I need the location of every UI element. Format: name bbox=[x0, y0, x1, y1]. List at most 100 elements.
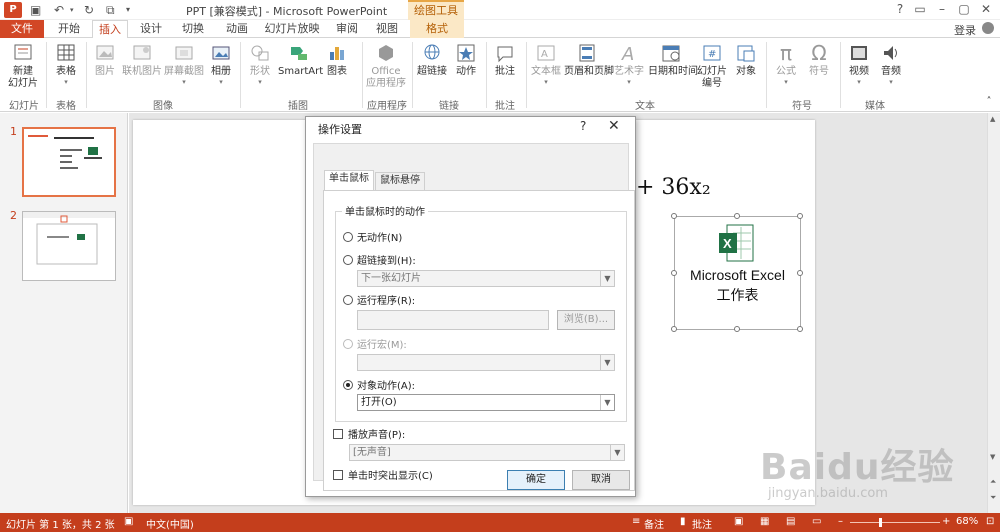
customize-qat-icon[interactable]: ▾ bbox=[126, 2, 136, 18]
table-button[interactable]: 表格 ▾ bbox=[50, 42, 82, 86]
user-icon[interactable] bbox=[982, 22, 994, 34]
screenshot-button[interactable]: 屏幕截图 ▾ bbox=[164, 42, 204, 86]
excel-object[interactable]: X Microsoft Excel 工作表 bbox=[671, 213, 803, 332]
zoom-slider[interactable] bbox=[850, 522, 940, 523]
resize-handle[interactable] bbox=[734, 213, 740, 219]
cancel-button[interactable]: 取消 bbox=[572, 470, 630, 490]
online-picture-button[interactable]: 联机图片 bbox=[122, 42, 162, 78]
save-icon[interactable]: ▣ bbox=[30, 2, 46, 18]
slide-number-button[interactable]: # 幻灯片 编号 bbox=[696, 42, 728, 90]
picture-button[interactable]: 图片 bbox=[90, 42, 120, 78]
radio-no-action[interactable]: 无动作(N) bbox=[343, 229, 402, 244]
radio-object-action[interactable]: 对象动作(A): bbox=[343, 377, 415, 392]
slide-thumbnail-2[interactable] bbox=[22, 211, 116, 281]
tab-transitions[interactable]: 切换 bbox=[176, 20, 210, 38]
notes-icon[interactable]: ≡ bbox=[632, 516, 640, 527]
resize-handle[interactable] bbox=[797, 326, 803, 332]
tab-format[interactable]: 格式 bbox=[410, 20, 464, 38]
language-status[interactable]: 中文(中国) bbox=[146, 516, 194, 531]
header-footer-button[interactable]: 页眉和页脚 bbox=[564, 42, 614, 78]
zoom-in-icon[interactable]: + bbox=[942, 516, 950, 527]
object-button[interactable]: 对象 bbox=[732, 42, 760, 78]
radio-button[interactable] bbox=[343, 231, 353, 242]
comments-button[interactable]: 批注 bbox=[692, 516, 712, 531]
tab-review[interactable]: 审阅 bbox=[332, 20, 362, 38]
highlight-click-checkbox[interactable]: 单击时突出显示(C) bbox=[333, 467, 433, 482]
vertical-scrollbar[interactable]: ▲ ▼ ⏶ ⏷ bbox=[987, 113, 1000, 513]
new-slide-button[interactable]: 新建 幻灯片 bbox=[4, 42, 42, 90]
zoom-slider-thumb[interactable] bbox=[879, 518, 882, 527]
ok-button[interactable]: 确定 bbox=[507, 470, 565, 490]
slideshow-view-icon[interactable]: ▭ bbox=[812, 516, 821, 527]
help-icon[interactable]: ? bbox=[890, 2, 910, 16]
scroll-up-icon[interactable]: ▲ bbox=[990, 115, 995, 123]
smartart-button[interactable]: SmartArt bbox=[278, 42, 323, 78]
zoom-out-icon[interactable]: – bbox=[838, 516, 843, 527]
notes-button[interactable]: 备注 bbox=[644, 516, 664, 531]
radio-run-program[interactable]: 运行程序(R): bbox=[343, 292, 415, 307]
slide-sorter-icon[interactable]: ▦ bbox=[760, 516, 769, 527]
play-sound-checkbox[interactable]: 播放声音(P): bbox=[333, 426, 405, 441]
previous-slide-icon[interactable]: ⏶ bbox=[990, 477, 996, 487]
undo-icon[interactable]: ↶ bbox=[54, 2, 70, 18]
maximize-icon[interactable]: ▢ bbox=[954, 2, 974, 16]
tab-mouse-click[interactable]: 单击鼠标 bbox=[324, 170, 374, 191]
checkbox[interactable] bbox=[333, 428, 343, 439]
slide-thumbnail-1[interactable] bbox=[22, 127, 116, 197]
next-slide-icon[interactable]: ⏷ bbox=[990, 493, 996, 503]
tab-view[interactable]: 视图 bbox=[372, 20, 402, 38]
chart-button[interactable]: 图表 bbox=[322, 42, 352, 78]
dialog-close-icon[interactable]: ✕ bbox=[608, 118, 620, 134]
tab-home[interactable]: 开始 bbox=[52, 20, 86, 38]
tab-insert[interactable]: 插入 bbox=[92, 20, 128, 39]
chevron-down-icon[interactable]: ▼ bbox=[600, 395, 614, 410]
scroll-down-icon[interactable]: ▼ bbox=[990, 453, 995, 461]
resize-handle[interactable] bbox=[671, 326, 677, 332]
resize-handle[interactable] bbox=[797, 213, 803, 219]
tab-animations[interactable]: 动画 bbox=[220, 20, 254, 38]
collapse-ribbon-icon[interactable]: ˄ bbox=[982, 96, 996, 107]
radio-button[interactable] bbox=[343, 294, 353, 305]
audio-button[interactable]: 音频 ▾ bbox=[876, 42, 906, 86]
resize-handle[interactable] bbox=[734, 326, 740, 332]
video-button[interactable]: 视频 ▾ bbox=[844, 42, 874, 86]
shapes-button[interactable]: 形状 ▾ bbox=[244, 42, 276, 86]
login-link[interactable]: 登录 bbox=[954, 22, 976, 38]
ribbon-display-options-icon[interactable]: ▭ bbox=[910, 2, 930, 16]
equation-button[interactable]: π 公式 ▾ bbox=[770, 42, 802, 86]
redo-icon[interactable]: ↻ bbox=[84, 2, 100, 18]
textbox-button[interactable]: A 文本框 ▾ bbox=[530, 42, 562, 86]
comments-icon[interactable]: ▮ bbox=[680, 516, 686, 527]
office-apps-button[interactable]: Office 应用程序 bbox=[366, 42, 406, 90]
checkbox[interactable] bbox=[333, 469, 343, 480]
zoom-level[interactable]: 68% bbox=[956, 516, 978, 527]
minimize-icon[interactable]: – bbox=[932, 2, 952, 16]
tab-design[interactable]: 设计 bbox=[134, 20, 168, 38]
undo-dropdown-icon[interactable]: ▾ bbox=[70, 2, 78, 18]
datetime-button[interactable]: 日期和时间 bbox=[648, 42, 698, 78]
close-window-icon[interactable]: ✕ bbox=[976, 2, 996, 16]
radio-hyperlink[interactable]: 超链接到(H): bbox=[343, 252, 416, 267]
resize-handle[interactable] bbox=[671, 213, 677, 219]
fit-to-window-icon[interactable]: ⊡ bbox=[986, 516, 994, 527]
formula-text[interactable]: + 36x₂ bbox=[636, 175, 711, 200]
tab-file[interactable]: 文件 bbox=[0, 20, 44, 38]
start-from-beginning-icon[interactable]: ⧉ bbox=[106, 2, 122, 18]
tab-slideshow[interactable]: 幻灯片放映 bbox=[262, 20, 322, 38]
normal-view-icon[interactable]: ▣ bbox=[734, 516, 743, 527]
symbol-button[interactable]: Ω 符号 bbox=[804, 42, 834, 78]
tab-mouse-over[interactable]: 鼠标悬停 bbox=[375, 172, 425, 190]
wordart-button[interactable]: A 艺术字 ▾ bbox=[612, 42, 646, 86]
radio-button[interactable] bbox=[343, 254, 353, 265]
resize-handle[interactable] bbox=[671, 270, 677, 276]
album-button[interactable]: 相册 ▾ bbox=[206, 42, 236, 86]
resize-handle[interactable] bbox=[797, 270, 803, 276]
radio-button-selected[interactable] bbox=[343, 379, 353, 390]
hyperlink-button[interactable]: 超链接 bbox=[416, 42, 448, 78]
reading-view-icon[interactable]: ▤ bbox=[786, 516, 795, 527]
spellcheck-icon[interactable]: ▣ bbox=[124, 516, 133, 527]
comment-button[interactable]: 批注 bbox=[490, 42, 520, 78]
dialog-help-icon[interactable]: ? bbox=[580, 119, 586, 133]
object-action-select[interactable]: 打开(O) ▼ bbox=[357, 394, 615, 411]
action-button[interactable]: 动作 bbox=[452, 42, 480, 78]
